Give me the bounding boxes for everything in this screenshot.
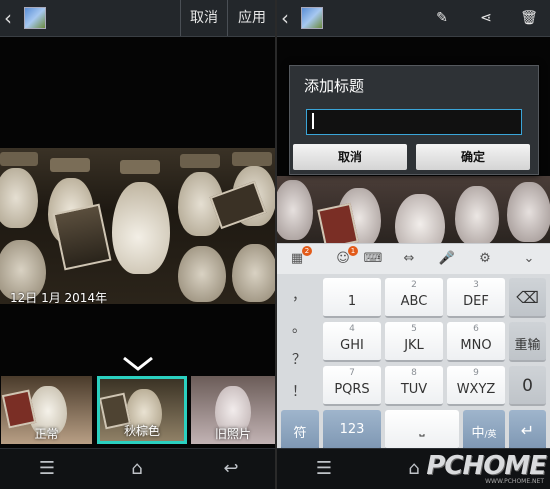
t9-keyboard: ， 。 ？ ！ 1 2 ABC 3 DEF ⌫ 4 GHI 5 JKL 6 MNO 重输 … bbox=[277, 274, 550, 450]
chevron-down-icon bbox=[123, 356, 153, 371]
key-tuv[interactable]: 8 TUV bbox=[385, 366, 443, 406]
filter-normal[interactable]: 正常 bbox=[1, 376, 92, 444]
editor-action-bar: ‹ 取消 应用 bbox=[0, 0, 275, 37]
title-input[interactable] bbox=[306, 109, 522, 135]
home-icon[interactable]: ⌂ bbox=[124, 459, 150, 479]
filter-old-photo[interactable]: 旧照片 bbox=[191, 376, 275, 444]
filter-label: 秋棕色 bbox=[123, 424, 160, 438]
filter-label: 正常 bbox=[34, 427, 59, 441]
key-jkl[interactable]: 5 JKL bbox=[385, 322, 443, 362]
menu-icon[interactable]: ☰ bbox=[311, 459, 337, 479]
key-mno[interactable]: 6 MNO bbox=[447, 322, 505, 362]
add-title-dialog: 添加标题 取消 确定 bbox=[289, 65, 539, 175]
photo-date: 12日 1月 2014年 bbox=[10, 291, 108, 305]
caption-editor-panel: ‹ ✎ ⋖ 🗑 添加标题 取消 确定 ▦ 2 ☺ 1 ⌨ ⇔ 🎤 ⚙ ⌄ ， 。 ？… bbox=[277, 0, 550, 489]
keyboard-icon[interactable]: ⌨ bbox=[363, 249, 383, 269]
dialog-cancel-button[interactable]: 取消 bbox=[293, 144, 407, 170]
key-abc[interactable]: 2 ABC bbox=[385, 278, 443, 318]
symbol-exclaim-key[interactable]: ！ bbox=[281, 372, 317, 412]
key-pqrs[interactable]: 7 PQRS bbox=[323, 366, 381, 406]
enter-key[interactable]: ↵ bbox=[509, 410, 546, 450]
dialog-title: 添加标题 bbox=[304, 77, 365, 95]
apply-button[interactable]: 应用 bbox=[227, 0, 275, 36]
language-switch-key[interactable]: 中/英 bbox=[463, 410, 505, 450]
key-0[interactable]: 0 bbox=[509, 366, 546, 406]
filter-autumn-brown[interactable]: 秋棕色 bbox=[97, 376, 187, 444]
reenter-key[interactable]: 重输 bbox=[509, 322, 546, 362]
share-icon[interactable]: ⋖ bbox=[465, 0, 507, 36]
photo-preview bbox=[277, 176, 550, 244]
gallery-app-icon[interactable] bbox=[301, 7, 323, 29]
settings-gear-icon[interactable]: ⚙ bbox=[475, 249, 495, 269]
photo-editor-panel: ‹ 取消 应用 12日 1月 2014年 正常 秋棕色 旧照片 ☰ ⌂ ↩ bbox=[0, 0, 275, 489]
backspace-icon: ⌫ bbox=[516, 288, 539, 307]
photo-preview bbox=[0, 148, 275, 304]
collapse-chevron-icon[interactable]: ⌄ bbox=[519, 249, 539, 269]
number-mode-key[interactable]: 123 bbox=[323, 410, 381, 450]
text-caret bbox=[312, 113, 314, 129]
system-nav-bar: ☰ ⌂ ↩ bbox=[0, 448, 275, 489]
space-icon: ⎵ bbox=[419, 422, 425, 437]
key-wxyz[interactable]: 9 WXYZ bbox=[447, 366, 505, 406]
delete-icon[interactable]: 🗑 bbox=[509, 0, 549, 36]
key-1[interactable]: 1 bbox=[323, 278, 381, 318]
backspace-key[interactable]: ⌫ bbox=[509, 278, 546, 318]
microphone-icon[interactable]: 🎤 bbox=[437, 249, 457, 269]
back-icon[interactable]: ‹ bbox=[281, 8, 295, 28]
enter-icon: ↵ bbox=[520, 421, 535, 440]
edit-pencil-icon[interactable]: ✎ bbox=[421, 0, 463, 36]
keyboard-toolbar: ▦ 2 ☺ 1 ⌨ ⇔ 🎤 ⚙ ⌄ bbox=[277, 243, 550, 274]
key-ghi[interactable]: 4 GHI bbox=[323, 322, 381, 362]
symbol-mode-key[interactable]: 符 bbox=[281, 410, 319, 450]
space-key[interactable]: ⎵ bbox=[385, 410, 459, 450]
key-def[interactable]: 3 DEF bbox=[447, 278, 505, 318]
back-icon[interactable]: ‹ bbox=[4, 8, 18, 28]
viewer-action-bar: ‹ ✎ ⋖ 🗑 bbox=[277, 0, 550, 37]
dialog-ok-button[interactable]: 确定 bbox=[416, 144, 530, 170]
apps-grid-icon[interactable]: ▦ 2 bbox=[287, 246, 312, 269]
emoji-icon[interactable]: ☺ 1 bbox=[333, 246, 358, 269]
menu-icon[interactable]: ☰ bbox=[34, 459, 60, 479]
home-icon[interactable]: ⌂ bbox=[401, 459, 427, 479]
cancel-button[interactable]: 取消 bbox=[180, 0, 227, 36]
filter-label: 旧照片 bbox=[214, 427, 251, 441]
gallery-app-icon[interactable] bbox=[24, 7, 46, 29]
pchome-watermark: PCHOME WWW.PCHOME.NET bbox=[426, 451, 547, 485]
back-nav-icon[interactable]: ↩ bbox=[218, 459, 244, 479]
cursor-move-icon[interactable]: ⇔ bbox=[399, 249, 419, 269]
